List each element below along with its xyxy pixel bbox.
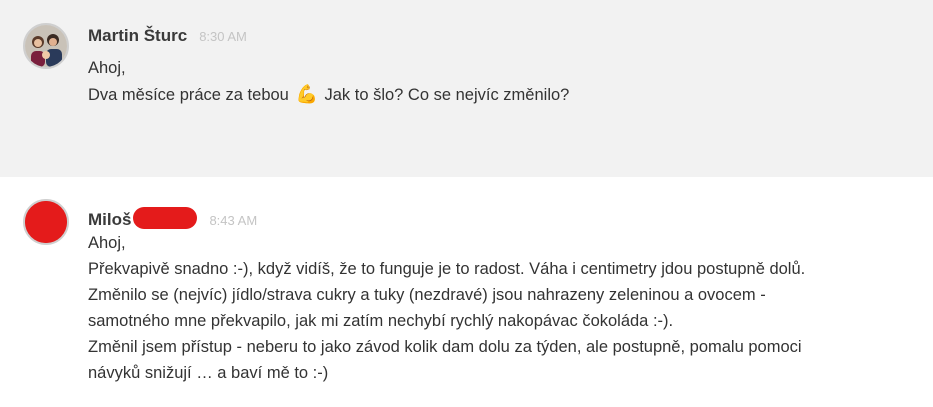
timestamp[interactable]: 8:30 AM (199, 29, 247, 44)
message-line: Změnil jsem přístup - neberu to jako záv… (88, 338, 802, 356)
author-name[interactable]: Martin Šturc (88, 26, 187, 46)
avatar-redacted-icon (25, 201, 67, 243)
message-line: Překvapivě snadno :-), když vidíš, že to… (88, 260, 806, 278)
message-line: samotného mne překvapilo, jak mi zatím n… (88, 312, 674, 330)
message-martin: Martin Šturc 8:30 AM Ahoj, Dva měsíce pr… (0, 0, 933, 177)
avatar[interactable] (23, 199, 69, 245)
avatar[interactable] (23, 23, 69, 69)
message-body: Ahoj, Překvapivě snadno :-), když vidíš,… (88, 230, 923, 386)
message-milos: Miloš 8:43 AM Ahoj, Překvapivě snadno :-… (0, 177, 933, 407)
timestamp[interactable]: 8:43 AM (209, 213, 257, 228)
message-text: Jak to šlo? Co se nejvíc změnilo? (324, 86, 570, 104)
message-header: Martin Šturc 8:30 AM (88, 26, 247, 46)
avatar-photo-icon (25, 25, 67, 67)
message-line: Ahoj, (88, 59, 126, 77)
message-text: Dva měsíce práce za tebou (88, 86, 289, 104)
message-line: Změnilo se (nejvíc) jídlo/strava cukry a… (88, 286, 766, 304)
message-line: Ahoj, (88, 234, 126, 252)
message-header: Miloš 8:43 AM (88, 203, 257, 230)
message-body: Ahoj, Dva měsíce práce za tebou 💪 Jak to… (88, 55, 923, 108)
message-line: návyků snižují … a baví mě to :-) (88, 364, 329, 382)
flexed-biceps-icon: 💪 (295, 84, 318, 104)
message-line: Dva měsíce práce za tebou 💪 Jak to šlo? … (88, 81, 923, 108)
redaction-mark (133, 207, 198, 229)
author-name[interactable]: Miloš (88, 210, 131, 230)
